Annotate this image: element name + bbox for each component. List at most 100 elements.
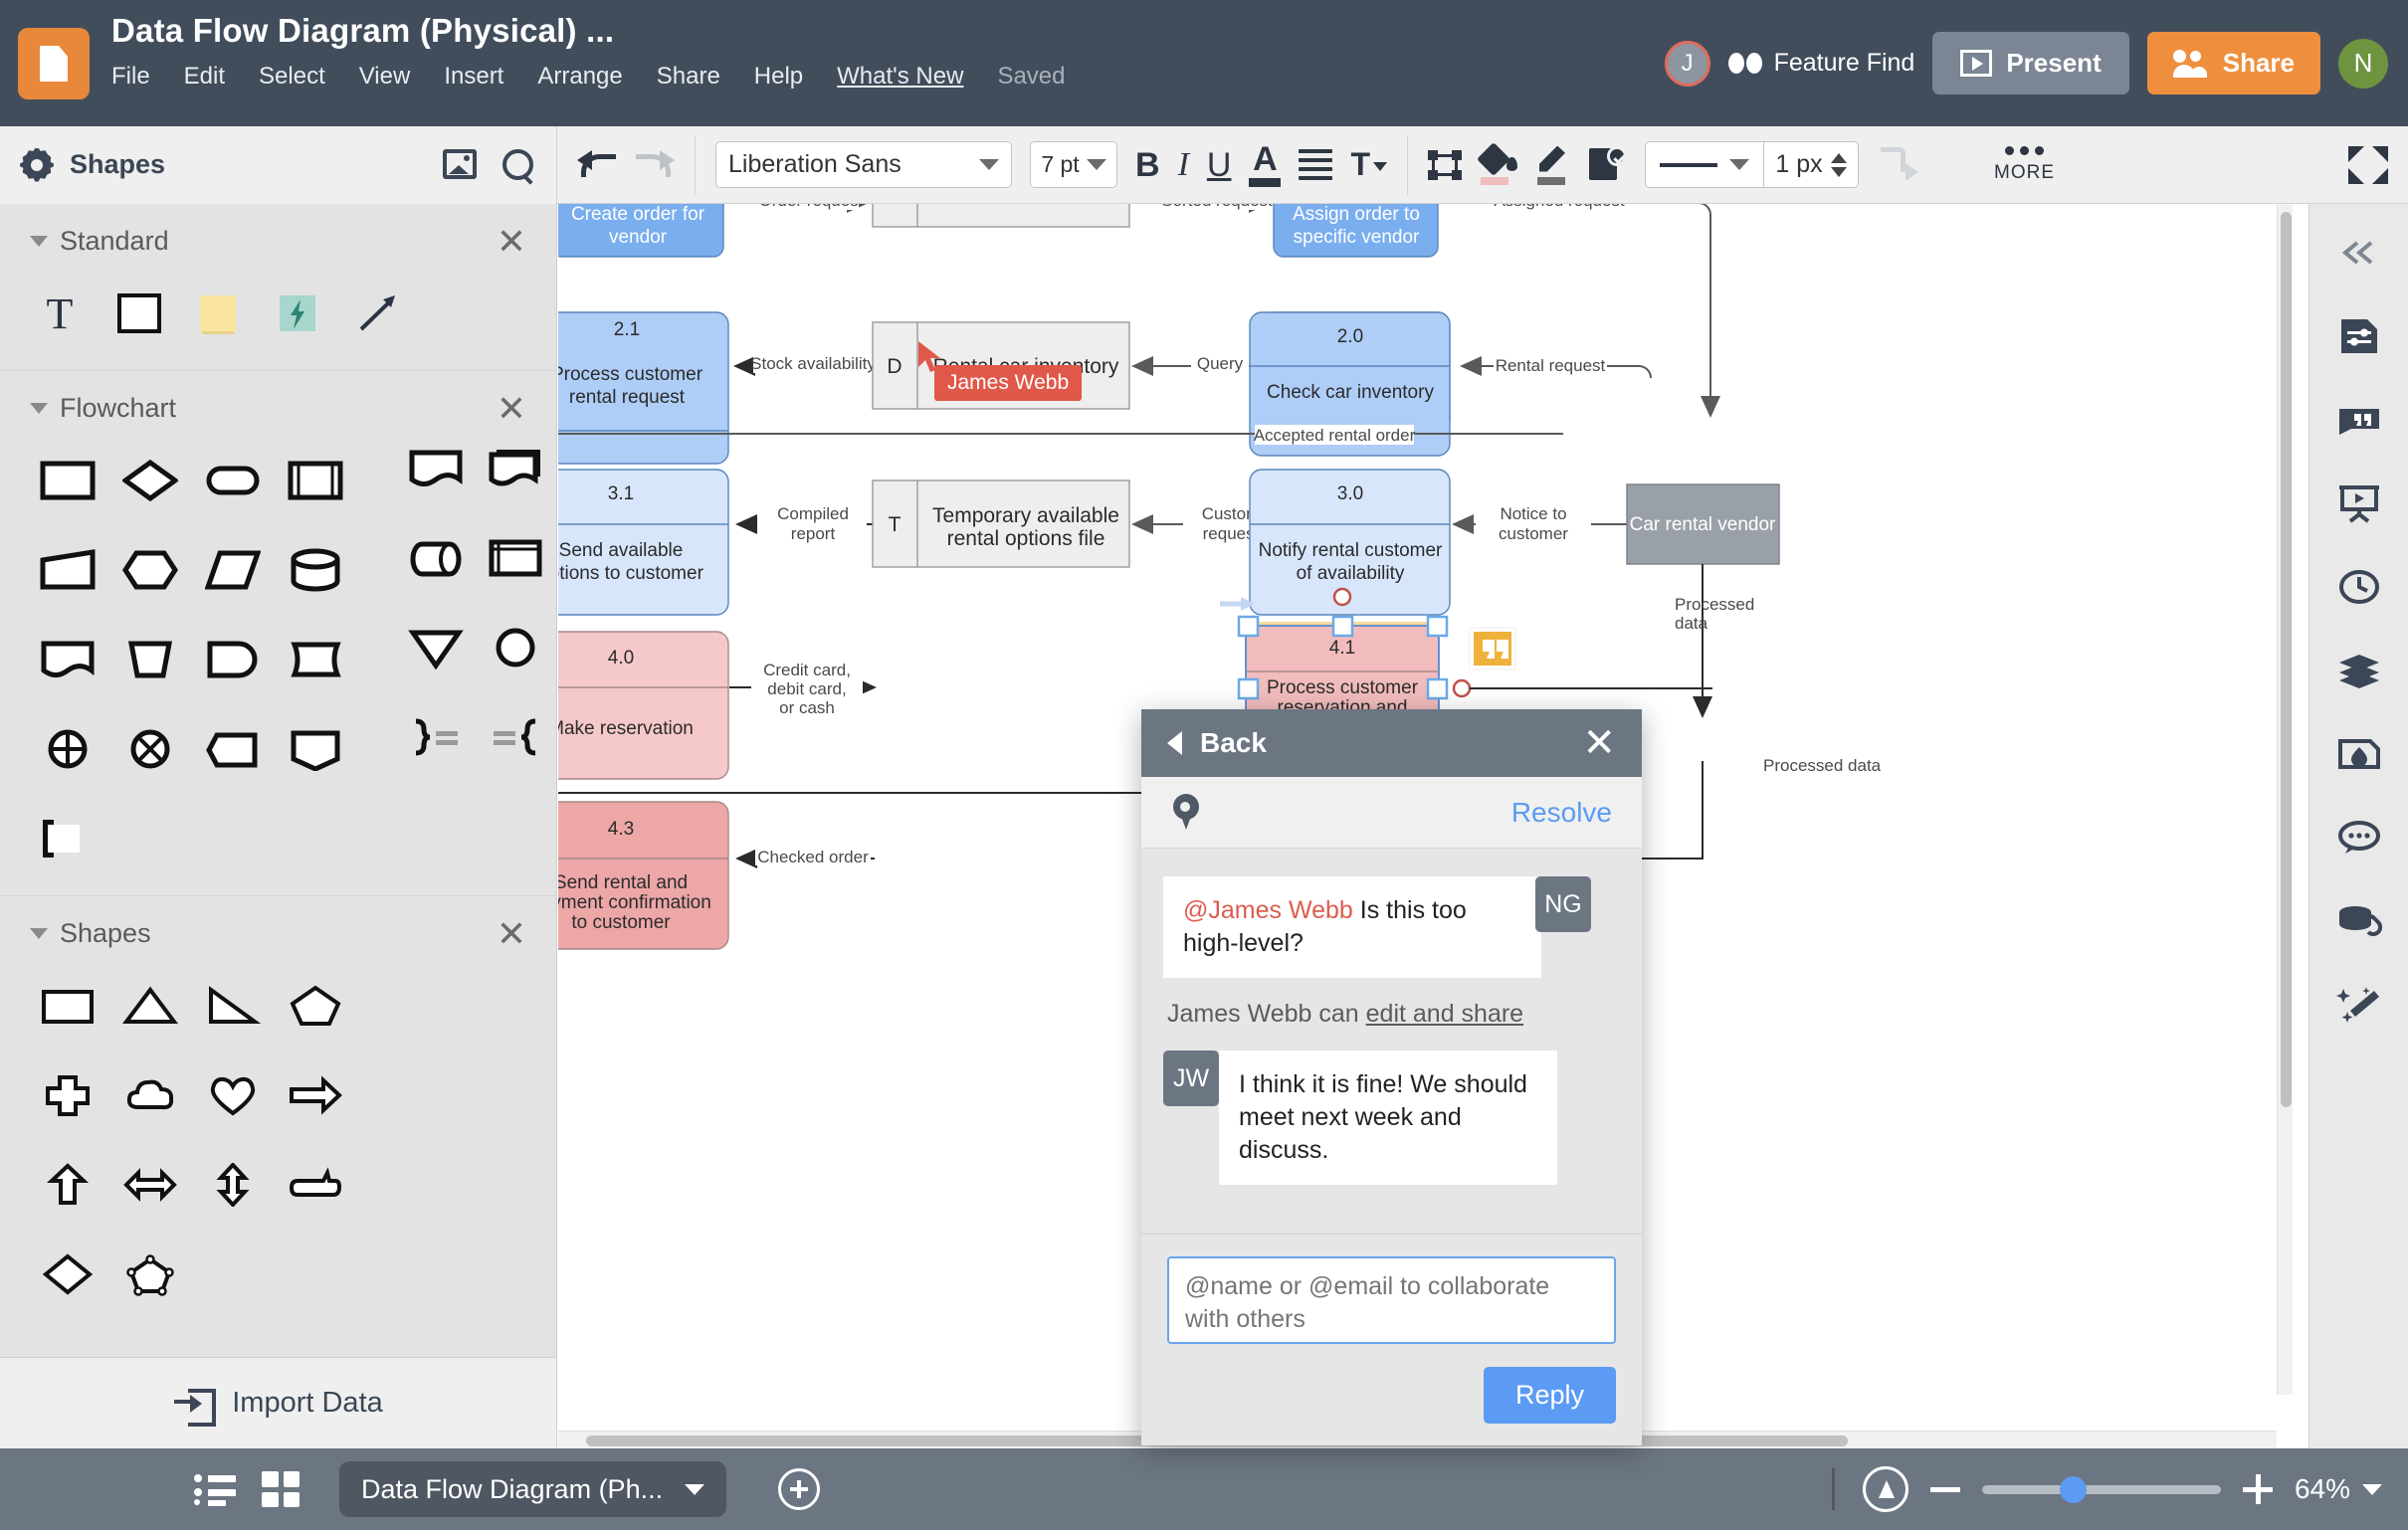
text-align-icon[interactable] (1299, 149, 1333, 180)
menu-item-share[interactable]: Share (657, 63, 720, 91)
feature-find-button[interactable]: Feature Find (1727, 49, 1914, 78)
gear-icon[interactable] (20, 148, 54, 182)
shape-text[interactable]: T (23, 283, 97, 344)
document-properties-icon[interactable] (2328, 305, 2390, 367)
close-icon[interactable]: ✕ (497, 915, 526, 951)
text-options-icon[interactable]: T (1350, 148, 1387, 180)
underline-button[interactable]: U (1207, 148, 1232, 182)
pointer-mode-icon[interactable] (1862, 1466, 1908, 1512)
undo-icon[interactable] (577, 148, 617, 182)
shape-annotation[interactable] (31, 808, 104, 869)
shape-pentagon[interactable] (279, 975, 352, 1037)
shape-internal-storage[interactable] (479, 527, 552, 589)
menu-item-arrange[interactable]: Arrange (537, 63, 622, 91)
account-avatar[interactable]: N (2338, 38, 2388, 89)
vertical-scrollbar[interactable] (2277, 204, 2293, 1395)
magic-icon[interactable] (2328, 974, 2390, 1036)
shape-or[interactable] (113, 718, 187, 780)
grid-view-icon[interactable] (262, 1471, 300, 1507)
close-icon[interactable]: ✕ (1582, 723, 1616, 763)
shape-inverted-triangle[interactable] (399, 617, 473, 678)
shape-data-icon[interactable] (1589, 145, 1627, 184)
collapse-icon[interactable] (2328, 222, 2390, 284)
shape-summing-junction[interactable] (31, 718, 104, 780)
search-icon[interactable] (502, 148, 534, 181)
chevron-down-icon[interactable] (30, 236, 48, 247)
resolve-button[interactable]: Resolve (1511, 797, 1612, 829)
menu-item-view[interactable]: View (359, 63, 411, 91)
fill-color-icon[interactable] (1477, 141, 1517, 185)
page-tab[interactable]: Data Flow Diagram (Ph... (339, 1461, 727, 1517)
more-button[interactable]: MORE (1984, 145, 2065, 184)
close-icon[interactable]: ✕ (497, 390, 526, 426)
vertical-scroll-thumb[interactable] (2281, 212, 2292, 1107)
bold-button[interactable]: B (1135, 148, 1160, 182)
shape-document-2[interactable] (399, 438, 473, 499)
shape-database[interactable] (279, 539, 352, 601)
layers-icon[interactable] (2328, 640, 2390, 701)
list-view-icon[interactable] (194, 1472, 236, 1506)
image-icon[interactable] (443, 148, 477, 179)
shape-up-down-arrow[interactable] (196, 1154, 270, 1216)
shape-terminator[interactable] (196, 450, 270, 511)
edit-and-share-link[interactable]: edit and share (1366, 1000, 1523, 1028)
chevron-left-icon[interactable] (1167, 731, 1182, 755)
whats-new-link[interactable]: What's New (837, 63, 963, 91)
shape-circle[interactable] (479, 617, 552, 678)
close-icon[interactable]: ✕ (497, 223, 526, 259)
present-button[interactable]: Present (1932, 32, 2129, 95)
menu-item-help[interactable]: Help (754, 63, 803, 91)
shape-data[interactable] (196, 539, 270, 601)
chevron-down-icon[interactable] (30, 928, 48, 939)
connector-style-icon[interactable] (1877, 146, 1918, 183)
fullscreen-icon[interactable] (2348, 145, 2388, 184)
zoom-slider[interactable] (1981, 1475, 2221, 1503)
shape-process[interactable] (31, 450, 104, 511)
shape-delay[interactable] (196, 629, 270, 690)
shape-direct-data[interactable] (399, 527, 473, 589)
shape-multi-document[interactable] (479, 438, 552, 499)
shape-tape[interactable] (279, 718, 352, 780)
shape-quick-action[interactable] (261, 283, 334, 344)
data-link-icon[interactable] (2328, 890, 2390, 952)
shape-brace-left[interactable] (479, 706, 552, 768)
presentation-comment-icon[interactable] (2328, 389, 2390, 451)
shape-rectangle-basic[interactable] (31, 975, 104, 1037)
import-data-button[interactable]: Import Data (0, 1357, 556, 1448)
shape-right-triangle[interactable] (196, 975, 270, 1037)
comments-icon[interactable] (2328, 807, 2390, 868)
shape-diamond[interactable] (31, 1243, 104, 1305)
zoom-in-button[interactable] (2242, 1474, 2273, 1504)
zoom-out-button[interactable] (1929, 1486, 1960, 1492)
line-color-icon[interactable] (1535, 145, 1571, 185)
menu-item-file[interactable]: File (111, 63, 150, 91)
shape-callout[interactable] (279, 1154, 352, 1216)
font-family-select[interactable]: Liberation Sans (715, 141, 1012, 188)
shape-manual-input[interactable] (31, 539, 104, 601)
history-icon[interactable] (2328, 556, 2390, 618)
shape-up-arrow[interactable] (31, 1154, 104, 1216)
collaborator-avatar[interactable]: J (1664, 40, 1710, 87)
shape-triangle[interactable] (113, 975, 187, 1037)
italic-button[interactable]: I (1178, 147, 1189, 182)
menu-item-edit[interactable]: Edit (184, 63, 225, 91)
shape-predefined-process[interactable] (279, 450, 352, 511)
shape-document[interactable] (31, 629, 104, 690)
line-style-select[interactable] (1646, 142, 1763, 187)
shape-stored-data[interactable] (279, 629, 352, 690)
chevron-down-icon[interactable] (30, 403, 48, 414)
share-button[interactable]: Share (2146, 32, 2320, 95)
shape-editable-pentagon[interactable] (113, 1243, 187, 1305)
shape-preparation[interactable] (113, 539, 187, 601)
shape-right-arrow[interactable] (279, 1064, 352, 1126)
menu-item-insert[interactable]: Insert (444, 63, 503, 91)
shape-rectangle[interactable] (102, 283, 176, 344)
menu-item-select[interactable]: Select (259, 63, 325, 91)
reply-button[interactable]: Reply (1483, 1367, 1616, 1424)
shape-outline-icon[interactable] (1428, 149, 1462, 180)
zoom-level-select[interactable]: 64% (2295, 1473, 2382, 1505)
redo-icon[interactable] (635, 148, 675, 182)
shape-sticky-note[interactable] (181, 283, 255, 344)
line-width-stepper[interactable]: 1 px (1764, 150, 1858, 179)
shape-heart[interactable] (196, 1064, 270, 1126)
